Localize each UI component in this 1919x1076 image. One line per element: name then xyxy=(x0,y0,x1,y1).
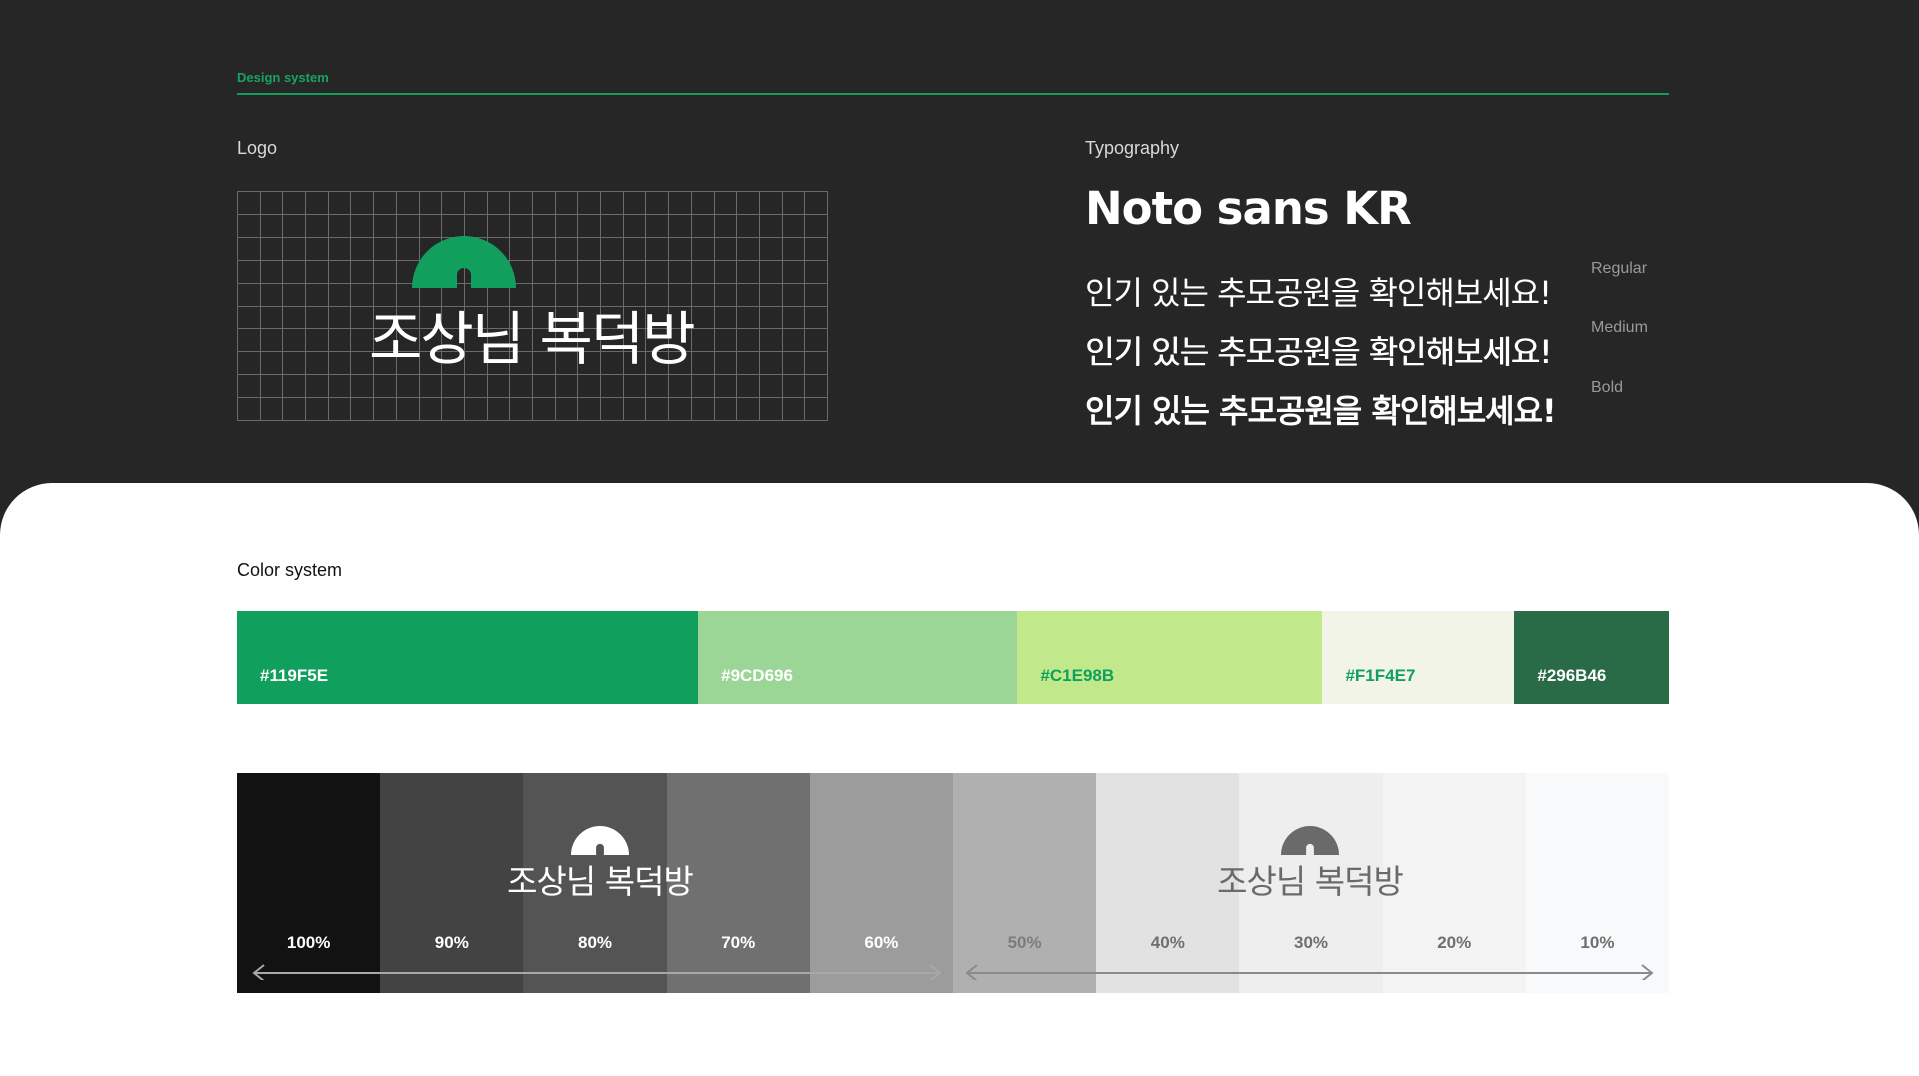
mini-logo-dark: 조상님 복덕방 xyxy=(1215,826,1405,903)
weight-label-regular: Regular xyxy=(1591,260,1648,277)
font-family-name: Noto sans KR xyxy=(1085,182,1412,235)
swatch-light-green: #9CD696 xyxy=(698,611,1018,704)
type-sample-medium: 인기 있는 추모공원을 확인해보세요! xyxy=(1085,333,1552,371)
swatch-lime: #C1E98B xyxy=(1017,611,1323,704)
mini-wordmark-light: 조상님 복덕방 xyxy=(507,862,694,901)
shade-label: 30% xyxy=(1294,933,1329,952)
shade-label: 40% xyxy=(1150,933,1185,952)
logo-wordmark: 조상님 복덕방 xyxy=(369,305,696,373)
shade-label: 60% xyxy=(864,933,899,952)
swatch-dark-green: #296B46 xyxy=(1514,611,1670,704)
mini-arch-icon-dark xyxy=(1281,826,1339,855)
mini-wordmark-dark: 조상님 복덕방 xyxy=(1217,862,1404,901)
swatch-hex: #C1E98B xyxy=(1040,666,1115,685)
swatch-hex: #F1F4E7 xyxy=(1345,666,1416,685)
color-system-heading: Color system xyxy=(237,560,343,580)
shade-label: 20% xyxy=(1437,933,1472,952)
shade-label: 70% xyxy=(721,933,756,952)
logo-heading: Logo xyxy=(237,138,278,158)
shade-label: 10% xyxy=(1580,933,1615,952)
mini-logo-light: 조상님 복덕방 xyxy=(505,826,695,903)
range-arrows xyxy=(252,964,1654,980)
section-tag: Design system xyxy=(237,70,329,85)
dark-range-arrow xyxy=(252,964,942,980)
swatch-off-white: #F1F4E7 xyxy=(1322,611,1515,704)
shade-label: 100% xyxy=(286,933,331,952)
swatch-hex: #9CD696 xyxy=(721,666,793,685)
mini-arch-icon-light xyxy=(571,826,629,855)
type-sample-regular: 인기 있는 추모공원을 확인해보세요! xyxy=(1085,274,1552,312)
shade-label: 80% xyxy=(577,933,613,952)
logo-arch-icon xyxy=(412,236,516,288)
shade-label: 50% xyxy=(1007,933,1042,952)
swatch-primary: #119F5E xyxy=(237,611,699,704)
shade-label: 90% xyxy=(434,933,469,952)
typography-heading: Typography xyxy=(1085,138,1180,158)
swatch-hex: #296B46 xyxy=(1537,666,1607,685)
color-swatches: #119F5E #9CD696 #C1E98B #F1F4E7 #296B46 xyxy=(237,611,1670,704)
light-range-arrow xyxy=(965,964,1654,980)
weight-label-medium: Medium xyxy=(1591,319,1648,336)
section-divider xyxy=(237,93,1669,95)
swatch-hex: #119F5E xyxy=(260,666,329,685)
type-sample-bold: 인기 있는 추모공원을 확인해보세요! xyxy=(1085,392,1557,430)
weight-label-bold: Bold xyxy=(1591,379,1624,396)
